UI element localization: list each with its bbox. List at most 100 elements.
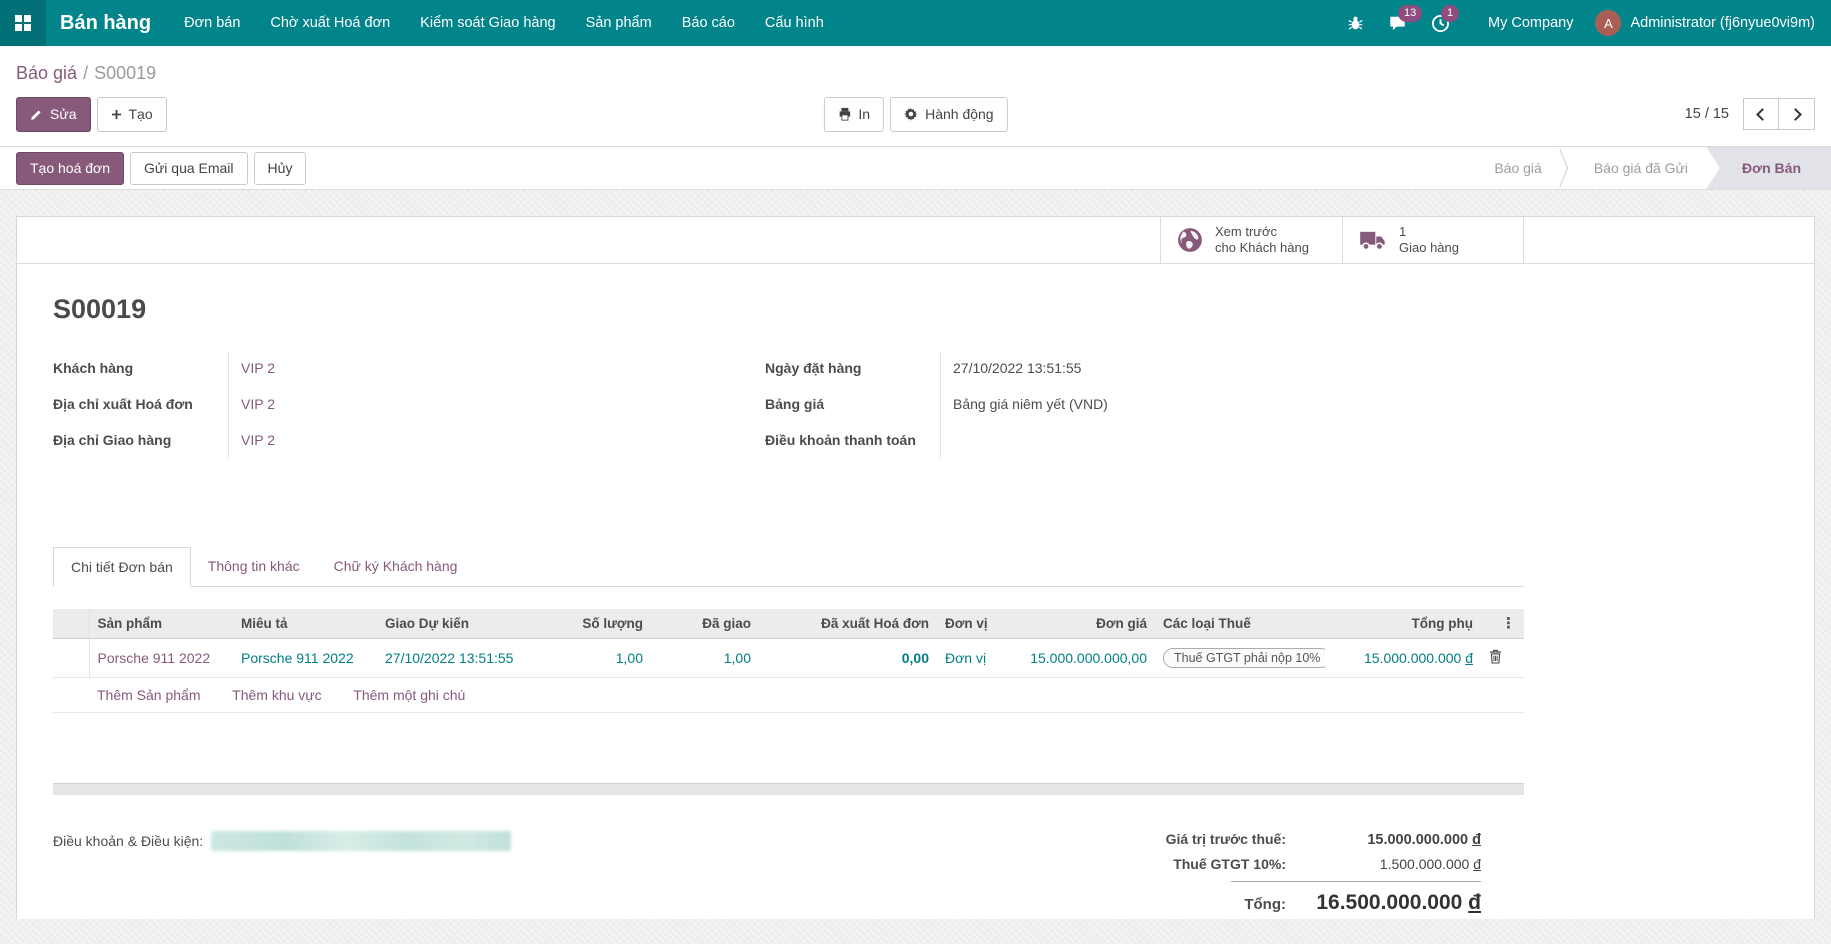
status-steps: Báo giá Báo giá đã Gửi Đơn Bán (1476, 147, 1831, 189)
chevron-left-icon (1756, 107, 1769, 121)
smart-button-box: Xem trước cho Khách hàng 1 Giao hàng (17, 217, 1814, 264)
print-button[interactable]: In (823, 96, 885, 132)
menu-products[interactable]: Sản phẩm (571, 0, 667, 46)
app-brand[interactable]: Bán hàng (46, 0, 169, 46)
add-note-link[interactable]: Thêm một ghi chú (353, 687, 465, 703)
field-value-payment-terms (941, 423, 1524, 459)
cancel-button[interactable]: Hủy (253, 151, 307, 185)
create-invoice-button[interactable]: Tạo hoá đơn (16, 151, 125, 185)
field-label-customer: Khách hàng (53, 351, 229, 387)
delivery-count: 1 (1399, 224, 1407, 239)
customer-preview-button[interactable]: Xem trước cho Khách hàng (1160, 217, 1342, 263)
avatar: A (1595, 10, 1622, 36)
tab-order-lines[interactable]: Chi tiết Đơn bán (53, 547, 191, 587)
create-button[interactable]: Tạo (96, 96, 167, 132)
cell-quantity: 1,00 (547, 638, 651, 678)
col-uom[interactable]: Đơn vị (937, 609, 1007, 639)
add-product-link[interactable]: Thêm Sản phẩm (97, 687, 201, 703)
cell-spacer (759, 638, 779, 678)
pencil-icon (31, 109, 41, 120)
breadcrumb-current: S00019 (94, 63, 157, 83)
menu-orders[interactable]: Đơn bán (169, 0, 255, 46)
cell-taxes: Thuế GTGT phải nộp 10% (1155, 638, 1325, 678)
delivery-smart-button[interactable]: 1 Giao hàng (1342, 217, 1524, 263)
col-delivered[interactable]: Đã giao (651, 609, 759, 639)
send-by-email-button[interactable]: Gửi qua Email (130, 151, 248, 185)
field-value-invoice-address[interactable]: VIP 2 (229, 387, 765, 423)
action-button[interactable]: Hành động (890, 96, 1008, 132)
untaxed-amount-label: Giá trị trước thuế: (1165, 831, 1286, 847)
optional-columns-icon[interactable]: ⋮ (1501, 615, 1516, 632)
step-quotation[interactable]: Báo giá (1476, 147, 1559, 189)
printer-icon (839, 107, 850, 121)
field-value-order-date: 27/10/2022 13:51:55 (953, 360, 1082, 376)
gear-icon (904, 107, 918, 121)
menu-configuration[interactable]: Cấu hình (750, 0, 839, 46)
tax-amount-value: 1.500.000.000 đ (1379, 856, 1481, 872)
total-label: Tổng: (1244, 896, 1286, 913)
edit-button[interactable]: Sửa (16, 96, 91, 132)
delivery-label: Giao hàng (1399, 240, 1459, 255)
pager-previous-button[interactable] (1743, 98, 1779, 130)
cell-delete (1481, 638, 1524, 678)
field-value-delivery-address[interactable]: VIP 2 (229, 423, 765, 459)
tab-customer-signature[interactable]: Chữ ký Khách hàng (317, 547, 475, 587)
menu-to-invoice[interactable]: Chờ xuất Hoá đơn (255, 0, 405, 46)
add-line-row: Thêm Sản phẩm Thêm khu vực Thêm một ghi … (53, 677, 1524, 713)
col-description[interactable]: Miêu tả (233, 609, 377, 639)
statusbar: Tạo hoá đơn Gửi qua Email Hủy Báo giá Bá… (0, 146, 1831, 190)
order-line-row[interactable]: Porsche 911 2022 Porsche 911 2022 27/10/… (53, 638, 1524, 678)
add-section-link[interactable]: Thêm khu vực (232, 687, 322, 703)
step-quotation-sent[interactable]: Báo giá đã Gửi (1576, 147, 1706, 189)
col-quantity[interactable]: Số lượng (547, 609, 651, 639)
col-unit-price[interactable]: Đơn giá (1007, 609, 1155, 639)
untaxed-amount-value: 15.000.000.000 đ (1367, 832, 1481, 848)
delete-line-button[interactable] (1489, 649, 1502, 664)
total-value: 16.500.000.000 đ (1316, 891, 1481, 914)
col-invoiced[interactable]: Đã xuất Hoá đơn (779, 609, 937, 639)
activities-badge: 1 (1441, 5, 1460, 22)
col-expected-delivery[interactable]: Giao Dự kiến (377, 609, 547, 639)
activities-menu[interactable]: 1 (1419, 0, 1462, 46)
pager-next-button[interactable] (1779, 98, 1815, 130)
cell-invoiced: 0,00 (779, 638, 937, 678)
debug-menu[interactable] (1335, 0, 1376, 46)
user-menu[interactable]: A Administrator (fj6nyue0vi9m) (1595, 10, 1815, 36)
apps-menu-button[interactable] (0, 0, 46, 46)
field-groups: Khách hàng VIP 2 Địa chỉ xuất Hoá đơn VI… (53, 351, 1524, 459)
main-menu: Đơn bán Chờ xuất Hoá đơn Kiểm soát Giao … (169, 0, 839, 46)
pager-value[interactable]: 15 / 15 (1685, 106, 1729, 122)
col-product[interactable]: Sản phẩm (89, 609, 233, 639)
tab-other-info[interactable]: Thông tin khác (191, 547, 317, 587)
col-subtotal[interactable]: Tổng phụ (1325, 609, 1481, 639)
top-navbar: Bán hàng Đơn bán Chờ xuất Hoá đơn Kiểm s… (0, 0, 1831, 46)
cell-delivered: 1,00 (651, 638, 759, 678)
step-sales-order[interactable]: Đơn Bán (1706, 147, 1831, 189)
breadcrumb-quotations[interactable]: Báo giá (16, 63, 77, 83)
menu-delivery-control[interactable]: Kiểm soát Giao hàng (405, 0, 570, 46)
breadcrumb-separator: / (83, 63, 89, 83)
apps-grid-icon (15, 15, 31, 31)
user-name: Administrator (fj6nyue0vi9m) (1630, 15, 1815, 31)
table-end-band (53, 783, 1524, 795)
control-panel-buttons: Sửa Tạo In Hành động 15 / 15 (16, 96, 1815, 132)
order-lines-table: Sản phẩm Miêu tả Giao Dự kiến Số lượng Đ… (53, 609, 1524, 713)
control-panel: Báo giá / S00019 Sửa Tạo In Hành động 15… (0, 46, 1831, 146)
col-taxes[interactable]: Các loại Thuế (1155, 609, 1325, 639)
menu-reporting[interactable]: Báo cáo (667, 0, 750, 46)
field-value-pricelist: Bảng giá niêm yết (VND) (953, 396, 1108, 412)
field-label-order-date: Ngày đặt hàng (765, 351, 941, 387)
row-handle[interactable] (53, 638, 90, 678)
bug-icon (1348, 16, 1363, 30)
notebook-tabs: Chi tiết Đơn bán Thông tin khác Chữ ký K… (53, 547, 1524, 587)
odoo-app: Bán hàng Đơn bán Chờ xuất Hoá đơn Kiểm s… (0, 0, 1831, 944)
col-options: ⋮ (1481, 609, 1524, 639)
field-label-delivery-address: Địa chỉ Giao hàng (53, 423, 229, 459)
company-switcher[interactable]: My Company (1462, 15, 1595, 31)
cell-product[interactable]: Porsche 911 2022 (89, 638, 233, 678)
preview-line1: Xem trước (1215, 224, 1278, 239)
messages-menu[interactable]: 13 (1376, 0, 1423, 46)
order-totals: Giá trị trước thuế: 15.000.000.000 đ Thu… (1121, 827, 1481, 919)
tax-amount-label: Thuế GTGT 10%: (1173, 856, 1286, 872)
field-value-customer[interactable]: VIP 2 (229, 351, 765, 387)
